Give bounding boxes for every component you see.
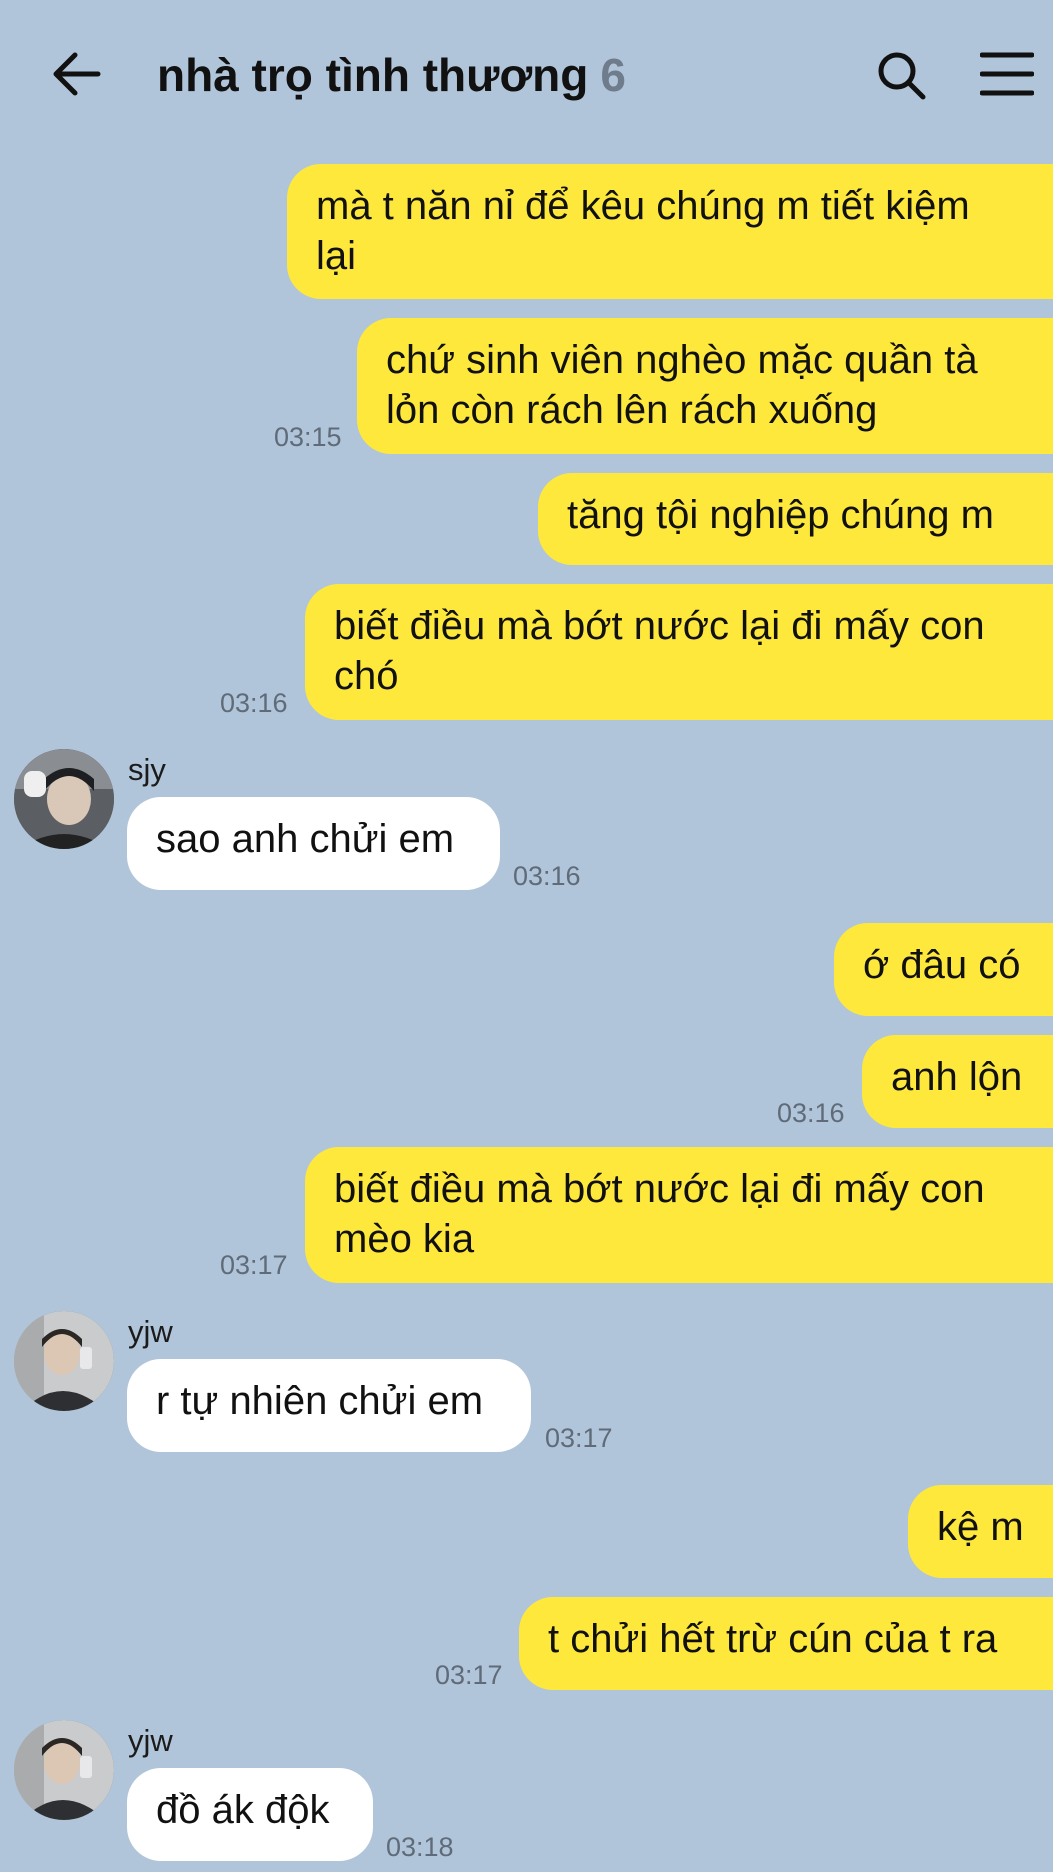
- message-timestamp: 03:18: [386, 1832, 454, 1862]
- incoming-message[interactable]: r tự nhiên chửi em: [127, 1359, 531, 1452]
- message-timestamp: 03:17: [220, 1250, 288, 1280]
- outgoing-message[interactable]: biết điều mà bớt nước lại đi mấy con chó: [305, 584, 1053, 720]
- arrow-left-icon[interactable]: [48, 49, 104, 99]
- message-timestamp: 03:16: [220, 688, 288, 718]
- message-timestamp: 03:17: [435, 1660, 503, 1690]
- outgoing-message[interactable]: chứ sinh viên nghèo mặc quần tà lỏn còn …: [357, 318, 1053, 454]
- outgoing-message[interactable]: tăng tội nghiệp chúng m: [538, 473, 1053, 565]
- message-timestamp: 03:16: [513, 861, 581, 891]
- outgoing-message[interactable]: mà t năn nỉ để kêu chúng m tiết kiệm lại: [287, 164, 1053, 299]
- sender-name: yjw: [128, 1723, 173, 1758]
- sender-name: sjy: [128, 752, 166, 787]
- avatar-yjw[interactable]: [14, 1720, 114, 1820]
- incoming-message[interactable]: đồ ák độk: [127, 1768, 373, 1861]
- incoming-message[interactable]: sao anh chửi em: [127, 797, 500, 890]
- avatar-yjw[interactable]: [14, 1311, 114, 1411]
- outgoing-message[interactable]: kệ m: [908, 1485, 1053, 1578]
- outgoing-message[interactable]: biết điều mà bớt nước lại đi mấy con mèo…: [305, 1147, 1053, 1283]
- avatar-sjy[interactable]: [14, 749, 114, 849]
- chat-room-name: nhà trọ tình thương: [157, 49, 589, 101]
- outgoing-message[interactable]: anh lộn: [862, 1035, 1053, 1128]
- sender-name: yjw: [128, 1314, 173, 1349]
- message-timestamp: 03:17: [545, 1423, 613, 1453]
- chat-title: nhà trọ tình thương 6: [157, 46, 626, 104]
- outgoing-message[interactable]: t chửi hết trừ cún của t ra: [519, 1597, 1053, 1690]
- message-timestamp: 03:15: [274, 422, 342, 452]
- member-count: 6: [600, 49, 626, 101]
- hamburger-menu-icon[interactable]: [980, 52, 1034, 96]
- outgoing-message[interactable]: ớ đâu có: [834, 923, 1053, 1016]
- search-icon[interactable]: [876, 50, 928, 102]
- message-timestamp: 03:16: [777, 1098, 845, 1128]
